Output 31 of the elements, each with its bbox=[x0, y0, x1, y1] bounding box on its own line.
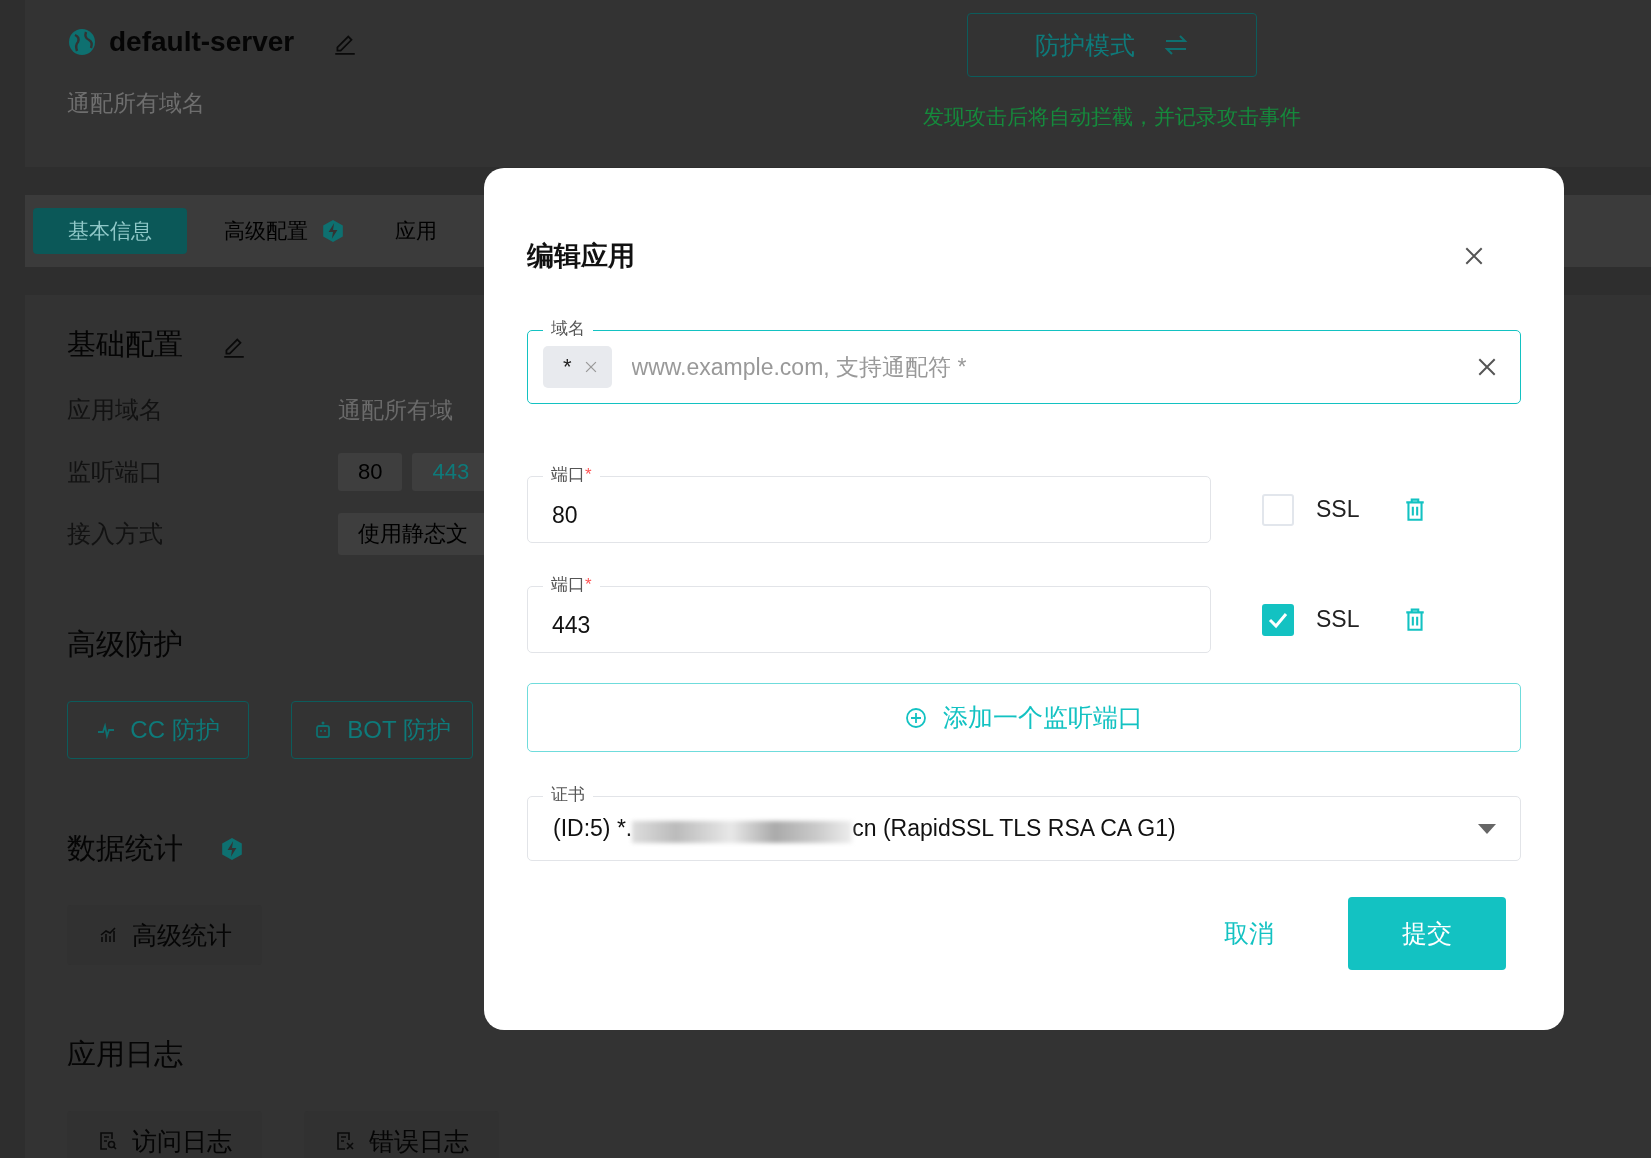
ssl-checkbox[interactable] bbox=[1262, 603, 1294, 636]
domain-tag: * bbox=[543, 346, 612, 388]
tab[interactable]: 基本信息 bbox=[33, 208, 187, 254]
server-subtitle: 通配所有域名 bbox=[67, 89, 206, 118]
value-tag: 80 bbox=[338, 453, 403, 491]
delete-icon[interactable] bbox=[1404, 497, 1427, 522]
tab[interactable]: 高级配置 bbox=[210, 208, 358, 254]
domain-input[interactable]: www.example.com, 支持通配符 * bbox=[629, 352, 1458, 382]
delete-icon[interactable] bbox=[1404, 607, 1427, 632]
plus-icon bbox=[905, 706, 927, 729]
swap-icon bbox=[1163, 34, 1189, 56]
ssl-label: SSL bbox=[1316, 496, 1360, 523]
add-port-button[interactable]: 添加一个监听端口 bbox=[527, 683, 1521, 752]
remove-tag-icon[interactable] bbox=[583, 360, 598, 374]
mode-button[interactable]: 防护模式 bbox=[967, 13, 1257, 77]
cancel-button[interactable]: 取消 bbox=[1212, 909, 1286, 958]
dialog-title: 编辑应用 bbox=[527, 240, 635, 273]
globe-icon bbox=[67, 27, 97, 57]
select-value: cn (RapidSSL TLS RSA CA G1) bbox=[852, 815, 1177, 842]
log-search-icon bbox=[97, 1131, 118, 1151]
protection-button[interactable]: BOT 防护 bbox=[291, 701, 473, 759]
mode-hint: 发现攻击后将自动拦截，并记录攻击事件 bbox=[923, 104, 1301, 130]
ssl-label: SSL bbox=[1316, 606, 1360, 633]
clear-icon[interactable] bbox=[1476, 356, 1498, 378]
tab[interactable]: 应用 bbox=[381, 208, 451, 254]
select-value: (ID:5) *. bbox=[553, 815, 633, 842]
protection-button[interactable]: CC 防护 bbox=[67, 701, 249, 759]
caret-icon bbox=[1478, 823, 1496, 834]
close-icon[interactable] bbox=[1463, 245, 1485, 267]
submit-button[interactable]: 提交 bbox=[1348, 897, 1506, 970]
log-error-icon bbox=[334, 1131, 355, 1151]
